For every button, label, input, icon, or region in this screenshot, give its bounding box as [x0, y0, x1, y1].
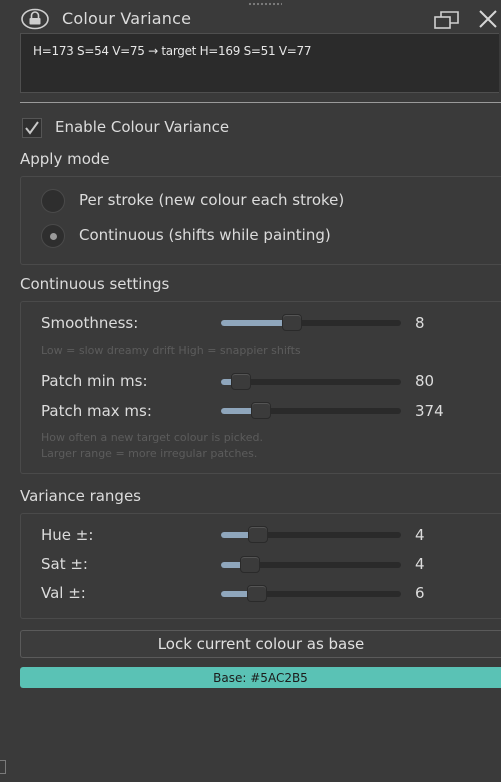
sat-value: 4	[415, 555, 425, 573]
sat-label: Sat ±:	[41, 555, 88, 573]
status-text: H=173 S=54 V=75 → target H=169 S=51 V=77	[33, 44, 312, 58]
lock-base-button-label: Lock current colour as base	[157, 635, 365, 653]
window-edge-handle	[0, 760, 6, 774]
smoothness-hint: Low = slow dreamy drift High = snappier …	[41, 344, 301, 357]
val-slider[interactable]	[221, 585, 401, 602]
panel-title: Colour Variance	[62, 9, 192, 28]
hue-value: 4	[415, 526, 425, 544]
patch-max-value: 374	[415, 402, 444, 420]
apply-mode-heading: Apply mode	[20, 150, 110, 168]
hue-slider[interactable]	[221, 526, 401, 543]
status-display: H=173 S=54 V=75 → target H=169 S=51 V=77	[20, 33, 499, 93]
patch-min-label: Patch min ms:	[41, 372, 148, 390]
slider-handle[interactable]	[231, 373, 251, 390]
base-colour-swatch: Base: #5AC2B5	[20, 667, 501, 688]
sat-slider[interactable]	[221, 556, 401, 573]
slider-handle[interactable]	[240, 556, 260, 573]
patch-min-slider[interactable]	[221, 373, 401, 390]
variance-ranges-heading: Variance ranges	[20, 487, 141, 505]
lock-icon[interactable]	[20, 8, 50, 30]
close-icon[interactable]	[477, 8, 499, 30]
float-window-icon[interactable]	[433, 9, 461, 31]
smoothness-value: 8	[415, 314, 425, 332]
patch-max-label: Patch max ms:	[41, 402, 152, 420]
patch-hint-1: How often a new target colour is picked.	[41, 431, 264, 444]
radio-selected-dot	[50, 233, 57, 240]
drag-grip[interactable]	[248, 2, 282, 6]
divider	[20, 102, 501, 103]
enable-label[interactable]: Enable Colour Variance	[55, 118, 229, 136]
patch-hint-2: Larger range = more irregular patches.	[41, 447, 258, 460]
val-label: Val ±:	[41, 584, 86, 602]
continuous-settings-heading: Continuous settings	[20, 275, 170, 293]
continuous-label[interactable]: Continuous (shifts while painting)	[79, 226, 331, 244]
slider-handle[interactable]	[247, 585, 267, 602]
base-colour-label: Base: #5AC2B5	[213, 670, 308, 685]
per-stroke-radio[interactable]	[41, 189, 65, 213]
slider-handle[interactable]	[282, 314, 302, 331]
checkmark-icon	[25, 121, 39, 135]
lock-base-button[interactable]: Lock current colour as base	[20, 630, 501, 658]
slider-handle[interactable]	[251, 402, 271, 419]
per-stroke-label[interactable]: Per stroke (new colour each stroke)	[79, 191, 344, 209]
patch-max-slider[interactable]	[221, 402, 401, 419]
hue-label: Hue ±:	[41, 526, 94, 544]
val-value: 6	[415, 584, 425, 602]
smoothness-label: Smoothness:	[41, 314, 139, 332]
enable-checkbox[interactable]	[22, 118, 42, 138]
patch-min-value: 80	[415, 372, 435, 390]
continuous-radio[interactable]	[41, 224, 65, 248]
apply-mode-group	[20, 176, 501, 265]
smoothness-slider[interactable]	[221, 314, 401, 331]
slider-handle[interactable]	[248, 526, 268, 543]
